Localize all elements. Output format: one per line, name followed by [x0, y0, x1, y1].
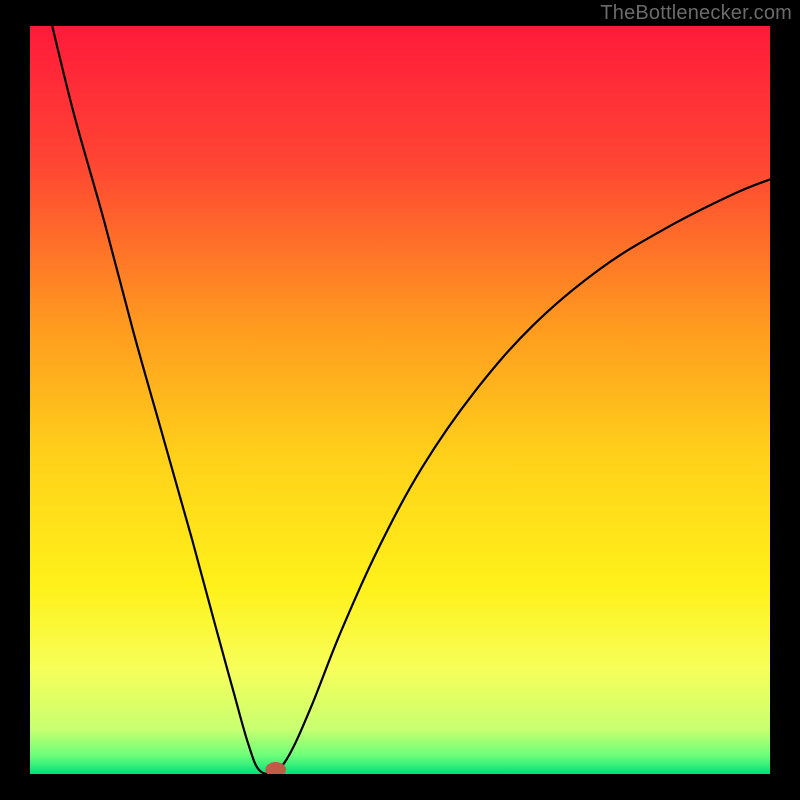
chart-frame: TheBottlenecker.com — [0, 0, 800, 800]
plot-background — [30, 26, 770, 774]
bottleneck-chart — [0, 0, 800, 800]
optimum-marker — [265, 762, 286, 777]
attribution-label: TheBottlenecker.com — [600, 2, 792, 25]
